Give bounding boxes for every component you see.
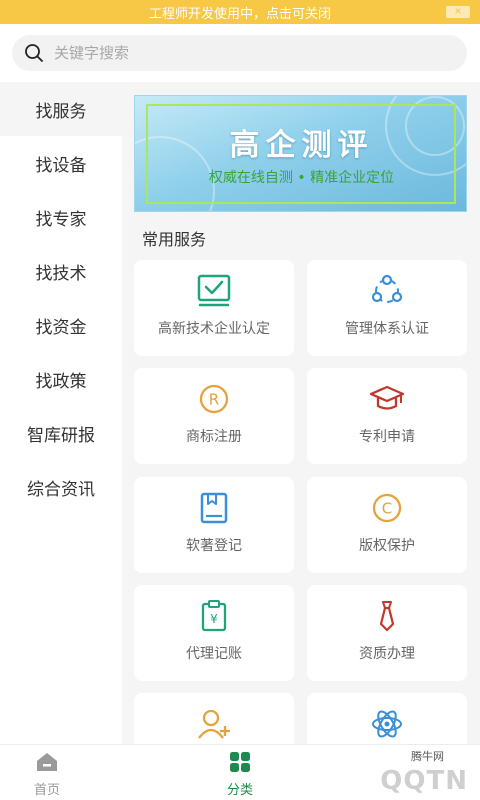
sidebar-item-experts[interactable]: 找专家 <box>0 190 122 244</box>
service-label: 代理记账 <box>186 646 242 662</box>
banner-subtitle: 权威在线自测 • 精准企业定位 <box>208 170 395 186</box>
dev-banner-close-button[interactable]: ✕ <box>446 6 470 18</box>
service-card-accounting[interactable]: ¥ 代理记账 <box>134 585 294 681</box>
banner-title: 高企测评 <box>229 128 374 163</box>
registered-icon: R <box>199 384 229 414</box>
watermark: 腾牛网 QQTN <box>274 742 474 800</box>
service-card-talent[interactable] <box>134 693 294 744</box>
search-bar <box>0 24 480 82</box>
sidebar-item-label: 找专家 <box>35 209 87 230</box>
service-card-copyright[interactable]: C 版权保护 <box>307 477 467 573</box>
service-label: 资质办理 <box>359 646 415 662</box>
copyright-icon: C <box>372 493 402 523</box>
service-card-trademark[interactable]: R 商标注册 <box>134 368 294 464</box>
accounting-clipboard-icon: ¥ <box>201 600 227 632</box>
search-input[interactable] <box>54 44 434 62</box>
sidebar-item-equipment[interactable]: 找设备 <box>0 136 122 190</box>
search-icon <box>25 44 43 62</box>
sidebar-item-reports[interactable]: 智库研报 <box>0 406 122 460</box>
svg-text:R: R <box>209 391 219 409</box>
add-user-icon <box>198 709 230 739</box>
service-card-qualification[interactable]: 资质办理 <box>307 585 467 681</box>
sidebar-item-technology[interactable]: 找技术 <box>0 244 122 298</box>
sidebar-item-label: 找服务 <box>35 101 87 122</box>
watermark-logo: QQTN <box>380 766 468 796</box>
svg-text:¥: ¥ <box>210 612 218 626</box>
promo-banner[interactable]: 高企测评 权威在线自测 • 精准企业定位 <box>134 95 467 212</box>
sidebar-item-policy[interactable]: 找政策 <box>0 352 122 406</box>
search-box[interactable] <box>12 35 467 71</box>
sidebar-item-label: 找设备 <box>35 155 87 176</box>
service-label: 版权保护 <box>359 538 415 554</box>
service-label: 软著登记 <box>186 538 242 554</box>
service-card-patent[interactable]: 专利申请 <box>307 368 467 464</box>
nav-category[interactable]: 分类 <box>200 751 280 798</box>
dev-banner-text: 工程师开发使用中，点击可关闭 <box>148 6 331 22</box>
atom-icon <box>372 710 402 738</box>
service-label: 专利申请 <box>359 429 415 445</box>
nav-home[interactable]: 首页 <box>7 751 87 798</box>
service-card-management-system[interactable]: 管理体系认证 <box>307 260 467 356</box>
sidebar-item-funding[interactable]: 找资金 <box>0 298 122 352</box>
service-card-software-copyright[interactable]: 软著登记 <box>134 477 294 573</box>
sidebar-item-label: 找资金 <box>35 317 87 338</box>
nav-label: 首页 <box>33 783 60 798</box>
watermark-text: 腾牛网 <box>411 750 444 763</box>
graduation-cap-icon <box>369 385 405 410</box>
svg-text:C: C <box>382 500 392 518</box>
sidebar-item-label: 智库研报 <box>27 425 95 446</box>
sidebar-item-label: 找技术 <box>35 263 87 284</box>
tie-icon <box>379 601 395 632</box>
service-label: 商标注册 <box>186 429 242 445</box>
nav-label: 分类 <box>226 783 253 798</box>
section-title: 常用服务 <box>142 230 207 249</box>
sidebar-item-label: 综合资讯 <box>27 479 95 500</box>
service-card-hightech[interactable]: 高新技术企业认定 <box>134 260 294 356</box>
sidebar-item-label: 找政策 <box>35 371 87 392</box>
category-grid-icon <box>230 752 250 772</box>
main-content: 高企测评 权威在线自测 • 精准企业定位 常用服务 高新技术企业认定 管理体系认… <box>122 82 480 744</box>
certificate-check-icon <box>197 274 231 307</box>
book-icon <box>200 492 228 524</box>
sidebar-item-services[interactable]: 找服务 <box>0 82 122 136</box>
service-label: 管理体系认证 <box>345 321 429 337</box>
home-icon <box>37 753 57 771</box>
category-sidebar: 找服务 找设备 找专家 找技术 找资金 找政策 智库研报 综合资讯 <box>0 82 122 744</box>
service-card-science[interactable] <box>307 693 467 744</box>
service-label: 高新技术企业认定 <box>158 321 270 337</box>
dev-banner[interactable]: 工程师开发使用中，点击可关闭 ✕ <box>0 0 480 24</box>
system-nodes-icon <box>371 274 403 303</box>
sidebar-item-news[interactable]: 综合资讯 <box>0 460 122 514</box>
